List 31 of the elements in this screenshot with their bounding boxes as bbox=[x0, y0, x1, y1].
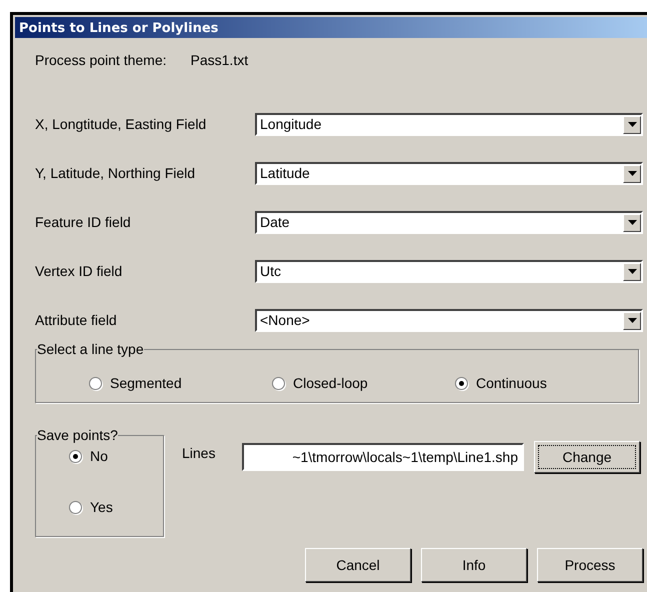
radio-option[interactable]: No bbox=[69, 446, 163, 467]
dialog-button[interactable]: Cancel bbox=[305, 548, 411, 582]
field-label: Attribute field bbox=[35, 311, 118, 330]
dropdown-field[interactable]: Date bbox=[255, 211, 643, 234]
radio-option[interactable]: Segmented bbox=[89, 372, 272, 394]
field-label: Lines bbox=[182, 444, 216, 462]
path-field[interactable]: ~1\tmorrow\locals~1\temp\Line1.shp bbox=[242, 443, 524, 471]
dropdown-field[interactable]: Longitude bbox=[255, 113, 643, 136]
group-title: Select a line type bbox=[37, 341, 144, 357]
theme-value: Pass1.txt bbox=[190, 51, 248, 70]
dropdown-field[interactable]: <None> bbox=[255, 309, 643, 332]
field-label: Feature ID field bbox=[35, 213, 132, 232]
field-label: Y, Latitude, Northing Field bbox=[35, 164, 196, 183]
dropdown-field[interactable]: Utc bbox=[255, 260, 643, 283]
radio-button[interactable] bbox=[89, 376, 102, 390]
window-title: Points to Lines or Polylines bbox=[15, 17, 647, 38]
radio-button[interactable] bbox=[272, 376, 285, 390]
radio-button[interactable] bbox=[455, 376, 468, 390]
radio-option[interactable]: Closed-loop bbox=[272, 372, 455, 394]
dropdown-field[interactable]: Latitude bbox=[255, 162, 643, 185]
dialog-button[interactable]: Process bbox=[537, 548, 643, 582]
field-label: Vertex ID field bbox=[35, 262, 124, 281]
theme-label: Process point theme: bbox=[35, 51, 167, 70]
group-title: Save points? bbox=[37, 427, 118, 443]
radio-option[interactable]: Continuous bbox=[455, 372, 638, 394]
radio-button[interactable] bbox=[69, 450, 82, 463]
radio-option[interactable]: Yes bbox=[69, 497, 163, 518]
field-label: X, Longtitude, Easting Field bbox=[35, 115, 208, 134]
change-button[interactable]: Change bbox=[534, 441, 640, 473]
radio-button[interactable] bbox=[69, 501, 82, 514]
dialog-button[interactable]: Info bbox=[421, 548, 527, 582]
